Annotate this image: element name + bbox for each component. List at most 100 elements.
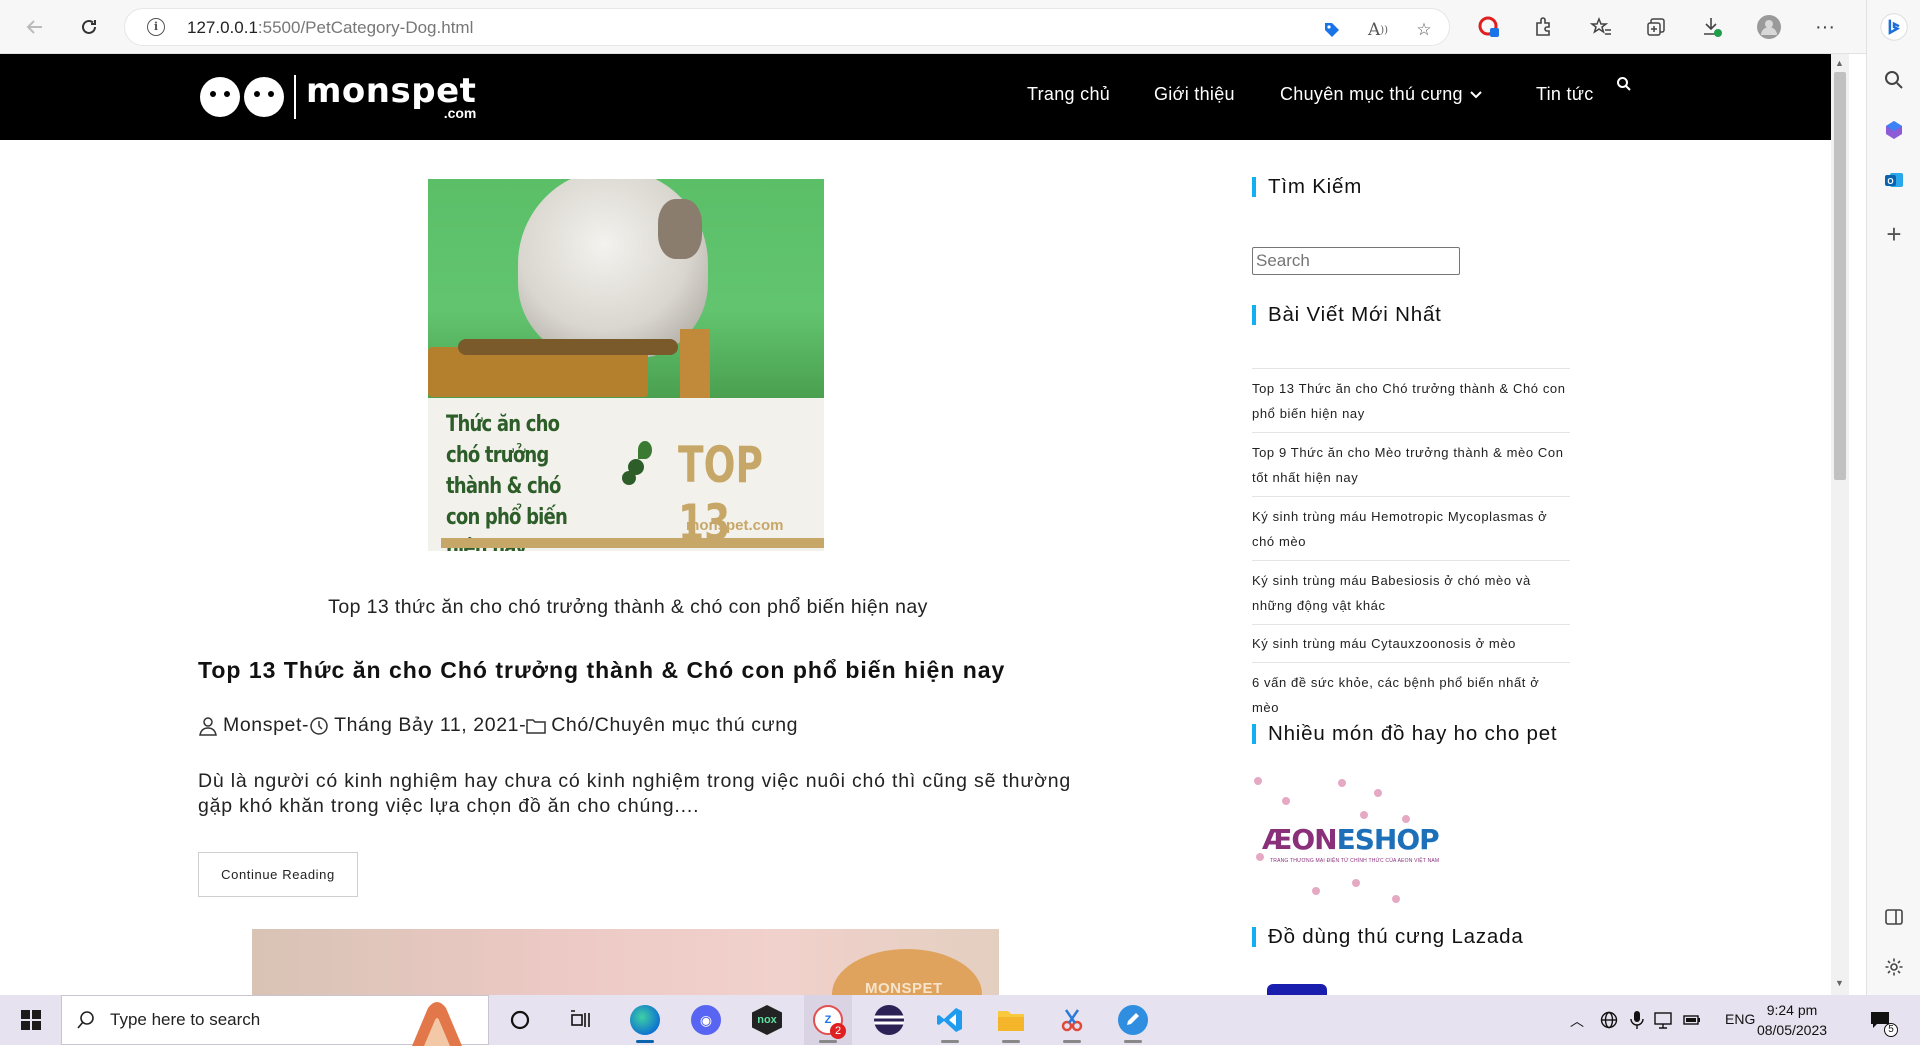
scroll-up-icon[interactable]: ▲ xyxy=(1835,58,1844,68)
search-icon[interactable] xyxy=(1880,66,1908,94)
running-indicator xyxy=(941,1040,959,1043)
aeon-eshop-banner[interactable]: ÆONESHOP TRANG THƯƠNG MẠI ĐIỆN TỬ CHÍNH … xyxy=(1252,775,1440,907)
petal-shape xyxy=(1402,815,1410,823)
search-highlight-icon xyxy=(412,1002,462,1046)
petal-shape xyxy=(1392,895,1400,903)
image-gold-bar xyxy=(441,538,824,548)
notification-center[interactable]: 5 xyxy=(1860,995,1900,1045)
refresh-icon[interactable] xyxy=(74,12,104,42)
nav-news[interactable]: Tin tức xyxy=(1536,84,1594,105)
app-blue-glyph-icon xyxy=(1127,1013,1139,1025)
more-options-icon[interactable]: ··· xyxy=(1812,14,1838,40)
post-title[interactable]: Top 13 Thức ăn cho Chó trưởng thành & Ch… xyxy=(198,657,1005,684)
scrollbar-thumb[interactable] xyxy=(1834,72,1846,480)
post-author[interactable]: Monspet xyxy=(223,714,302,737)
site-info-icon[interactable]: i xyxy=(147,18,165,36)
url-text: 127.0.0.1:5500/PetCategory-Dog.html xyxy=(187,18,473,38)
recent-post-item[interactable]: Top 13 Thức ăn cho Chó trưởng thành & Ch… xyxy=(1252,368,1570,432)
post-category[interactable]: Chó/Chuyên mục thú cưng xyxy=(551,714,798,737)
cat-face-icon xyxy=(244,77,284,117)
discord-icon: ◉ xyxy=(691,1005,721,1035)
image-caption: Top 13 thức ăn cho chó trưởng thành & ch… xyxy=(328,596,928,618)
url-host: 127.0.0.1 xyxy=(187,18,258,37)
widget-title-lazada: Đồ dùng thú cưng Lazada xyxy=(1252,926,1524,947)
post-featured-image[interactable]: Thức ăn cho chó trưởng thành & chó con p… xyxy=(428,179,824,551)
recent-posts-list: Top 13 Thức ăn cho Chó trưởng thành & Ch… xyxy=(1252,368,1570,726)
recent-post-item[interactable]: Top 9 Thức ăn cho Mèo trưởng thành & mèo… xyxy=(1252,432,1570,496)
edge-sidebar: O + xyxy=(1866,0,1920,995)
nav-home[interactable]: Trang chủ xyxy=(1027,84,1110,105)
meta-separator: - xyxy=(302,714,310,736)
taskbar-file-explorer[interactable] xyxy=(987,995,1035,1045)
taskbar-app-blue[interactable] xyxy=(1109,995,1157,1045)
logo-wordmark: monspet .com xyxy=(306,74,476,120)
aeon-tagline: TRANG THƯƠNG MẠI ĐIỆN TỬ CHÍNH THỨC CỦA … xyxy=(1270,858,1440,864)
taskbar-eclipse[interactable] xyxy=(865,995,913,1045)
chevron-up-icon[interactable]: ︿ xyxy=(1570,1011,1584,1031)
site-logo[interactable]: monspet .com xyxy=(200,74,476,120)
collections-icon[interactable] xyxy=(1643,14,1669,40)
task-view-icon-button[interactable] xyxy=(560,995,602,1045)
zalo-badge: 2 xyxy=(830,1023,846,1039)
taskbar-search-box[interactable]: Type here to search xyxy=(61,995,489,1046)
add-icon[interactable]: + xyxy=(1880,219,1908,249)
recent-post-item[interactable]: Ký sinh trùng máu Hemotropic Mycoplasmas… xyxy=(1252,496,1570,560)
main-nav: Trang chủ xyxy=(1027,84,1110,105)
taskbar-discord[interactable]: ◉ xyxy=(682,995,730,1045)
leaf-icon-2 xyxy=(638,441,652,459)
battery-icon[interactable] xyxy=(1682,1010,1702,1030)
page-scrollbar[interactable]: ▲ ▼ xyxy=(1831,54,1849,995)
meta-separator-2: - xyxy=(519,714,527,736)
read-aloud-icon[interactable]: A)) xyxy=(1367,19,1389,41)
logo-divider xyxy=(294,75,296,119)
next-post-image[interactable]: MONSPET xyxy=(252,929,999,995)
outlook-icon[interactable]: O xyxy=(1880,166,1908,194)
profile-avatar-icon[interactable] xyxy=(1756,14,1782,40)
nav-pet-categories[interactable]: Chuyên mục thú cưng xyxy=(1280,84,1483,105)
favorites-icon[interactable] xyxy=(1588,14,1614,40)
petal-shape xyxy=(1360,811,1368,819)
start-button[interactable] xyxy=(0,995,61,1045)
logo-name: monspet xyxy=(306,71,477,111)
task-view-button[interactable] xyxy=(499,995,541,1045)
windows-taskbar: Type here to search ◉ nox Z 2 ︿ ENG 9:24… xyxy=(0,995,1920,1046)
extensions-icon[interactable] xyxy=(1530,14,1556,40)
split-screen-icon[interactable] xyxy=(1880,903,1908,931)
taskbar-edge[interactable] xyxy=(621,995,669,1045)
petal-shape xyxy=(1282,797,1290,805)
nav-about[interactable]: Giới thiệu xyxy=(1154,84,1235,105)
add-favorite-icon[interactable]: ☆ xyxy=(1413,19,1435,41)
chevron-down-icon xyxy=(1470,90,1482,98)
taskbar-snip[interactable] xyxy=(1048,995,1096,1045)
task-view-icon xyxy=(571,1010,590,1027)
sidebar-search-input[interactable] xyxy=(1252,247,1460,275)
continue-reading-button[interactable]: Continue Reading xyxy=(198,852,358,897)
back-arrow-icon[interactable] xyxy=(20,12,50,42)
eclipse-icon xyxy=(874,1005,904,1035)
scroll-down-icon[interactable]: ▼ xyxy=(1835,978,1844,988)
recent-post-item[interactable]: 6 vấn đề sức khỏe, các bệnh phổ biến nhấ… xyxy=(1252,662,1570,726)
lazada-banner[interactable] xyxy=(1267,984,1327,995)
downloads-icon[interactable] xyxy=(1699,14,1725,40)
taskbar-vscode[interactable] xyxy=(926,995,974,1045)
taskbar-clock[interactable]: 9:24 pm 08/05/2023 xyxy=(1752,1000,1832,1040)
microphone-icon[interactable] xyxy=(1630,1010,1644,1030)
tag-icon[interactable] xyxy=(1321,19,1343,41)
post-meta: Monspet - Tháng Bảy 11, 2021- Chó/Chuyên … xyxy=(198,714,798,737)
header-search-icon[interactable] xyxy=(1616,76,1632,92)
taskbar-nox[interactable]: nox xyxy=(743,995,791,1045)
extension-red-icon[interactable] xyxy=(1476,14,1502,40)
settings-gear-icon[interactable] xyxy=(1880,953,1908,981)
shopping-icon[interactable] xyxy=(1880,116,1908,144)
petal-shape xyxy=(1254,777,1262,785)
network-icon[interactable] xyxy=(1653,1010,1673,1030)
petal-shape xyxy=(1338,779,1346,787)
bing-copilot-icon[interactable] xyxy=(1880,13,1908,41)
language-indicator[interactable]: ENG xyxy=(1725,1011,1755,1027)
recent-post-item[interactable]: Ký sinh trùng máu Cytauxzoonosis ở mèo xyxy=(1252,624,1570,662)
taskbar-zalo[interactable]: Z 2 xyxy=(804,995,852,1045)
recent-post-item[interactable]: Ký sinh trùng máu Babesiosis ở chó mèo v… xyxy=(1252,560,1570,624)
post-excerpt: Dù là người có kinh nghiệm hay chưa có k… xyxy=(198,770,1072,817)
globe-icon[interactable] xyxy=(1600,1011,1618,1029)
address-bar[interactable]: i 127.0.0.1:5500/PetCategory-Dog.html A)… xyxy=(124,8,1450,46)
